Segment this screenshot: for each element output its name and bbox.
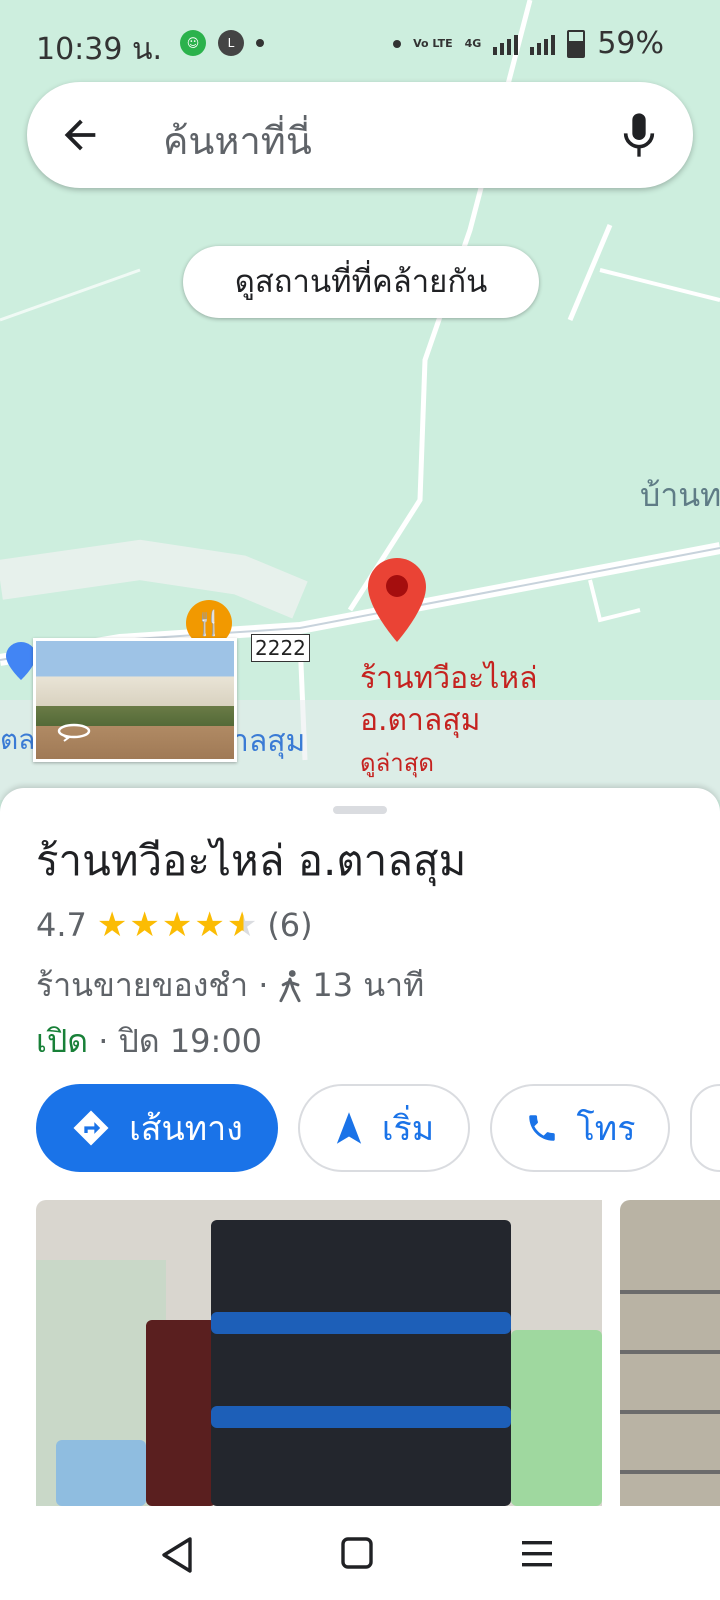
system-nav-bar — [0, 1510, 720, 1600]
system-status-icons: Vo LTE 4G 59% — [393, 26, 664, 61]
route-shield: 2222 — [251, 634, 310, 662]
place-category: ร้านขายของชำ · — [36, 966, 269, 1004]
photo-green-bottles — [511, 1330, 602, 1506]
status-bar: 10:39 น. ☺ L Vo LTE 4G 59% — [0, 0, 720, 92]
start-label: เริ่ม — [381, 1109, 435, 1149]
photo-cola-bottles — [146, 1320, 216, 1506]
place-photo[interactable] — [36, 1200, 602, 1506]
hours-row[interactable]: เปิด · ปิด 19:00 — [36, 1016, 262, 1067]
nav-back-icon[interactable] — [160, 1536, 194, 1574]
signal-strength-icon — [493, 33, 519, 55]
directions-button[interactable]: เส้นทาง — [36, 1084, 278, 1172]
call-button[interactable]: โทร — [490, 1084, 670, 1172]
signal-strength-2-icon — [530, 33, 556, 55]
android-app-icon: ☺ — [180, 30, 206, 56]
phone-icon — [528, 1115, 555, 1141]
open-status: เปิด — [36, 1022, 89, 1060]
rotate-360-icon — [57, 723, 91, 742]
map-label-district: าลสุม — [232, 724, 306, 759]
star-icon: ★ — [129, 905, 160, 945]
pin-label[interactable]: ร้านทวีอะไหล่ อ.ตาลสุม ดูล่าสุด — [360, 658, 537, 784]
category-row: ร้านขายของชำ · 13 นาที — [36, 960, 424, 1011]
arrow-left-icon[interactable] — [57, 112, 103, 158]
rating-row[interactable]: 4.7 ★ ★ ★ ★ ★ (6) — [36, 906, 313, 944]
rating-stars: ★ ★ ★ ★ ★ — [97, 908, 257, 942]
closing-time: · ปิด 19:00 — [98, 1022, 263, 1060]
notification-icons: ☺ L — [180, 30, 264, 56]
photo-pepsi-label-band — [211, 1312, 511, 1334]
place-bottom-sheet[interactable]: ร้านทวีอะไหล่ อ.ตาลสุม 4.7 ★ ★ ★ ★ ★ (6)… — [0, 788, 720, 1510]
street-view-thumbnail[interactable] — [33, 638, 237, 762]
volte-label: Vo LTE — [413, 37, 453, 50]
line-app-icon: L — [218, 30, 244, 56]
action-buttons: เส้นทาง เริ่ม โทร — [36, 1084, 720, 1172]
half-star-icon: ★ — [226, 905, 258, 945]
nav-recents-icon[interactable] — [520, 1538, 554, 1570]
status-time: 10:39 น. — [36, 32, 163, 67]
rating-value: 4.7 — [36, 906, 87, 944]
battery-icon — [567, 29, 586, 58]
blue-poi-pin-icon[interactable] — [6, 642, 36, 680]
star-icon: ★ — [96, 905, 128, 945]
review-count: (6) — [267, 906, 313, 944]
walk-time: 13 นาที — [312, 966, 425, 1004]
map-label-village: บ้านท — [640, 476, 720, 514]
place-photo-2[interactable] — [620, 1200, 720, 1506]
walking-person-icon — [279, 969, 301, 1002]
photo-shelf — [620, 1350, 720, 1354]
directions-icon — [73, 1110, 109, 1146]
photo-shelf — [620, 1410, 720, 1414]
map-view[interactable]: 10:39 น. ☺ L Vo LTE 4G 59% ค้นหาที่นี่ ด… — [0, 0, 720, 800]
start-button[interactable]: เริ่ม — [298, 1084, 470, 1172]
search-input[interactable]: ค้นหาที่นี่ — [163, 110, 312, 171]
navigation-arrow-icon — [336, 1112, 361, 1144]
star-icon: ★ — [161, 905, 193, 945]
location-pin-icon[interactable] — [368, 558, 426, 642]
battery-percent: 59% — [597, 26, 664, 61]
more-actions-button[interactable] — [690, 1084, 720, 1172]
similar-places-chip[interactable]: ดูสถานที่ที่คล้ายกัน — [183, 246, 539, 318]
more-notifications-dot-icon — [256, 39, 264, 47]
drag-handle[interactable] — [333, 806, 387, 814]
call-label: โทร — [576, 1109, 636, 1149]
pin-label-line1: ร้านทวีอะไหล่ — [360, 661, 538, 696]
pin-label-recent: ดูล่าสุด — [360, 749, 435, 777]
photo-pepsi-label-band — [211, 1406, 511, 1428]
network-type-label: 4G — [464, 37, 482, 50]
photo-water-bottles — [56, 1440, 146, 1506]
photo-shelf — [620, 1290, 720, 1294]
place-title: ร้านทวีอะไหล่ อ.ตาลสุม — [36, 836, 467, 885]
photo-shelf — [620, 1470, 720, 1474]
map-label-left: ตล — [0, 723, 36, 756]
photo-carousel[interactable] — [36, 1200, 720, 1506]
pin-label-line2: อ.ตาลสุม — [360, 703, 481, 738]
dot-icon — [393, 39, 402, 48]
photo-pepsi-bottles — [211, 1220, 511, 1506]
microphone-icon[interactable] — [619, 110, 659, 160]
directions-label: เส้นทาง — [129, 1109, 243, 1149]
star-icon: ★ — [194, 905, 225, 945]
search-bar[interactable]: ค้นหาที่นี่ — [27, 82, 693, 188]
nav-home-icon[interactable] — [340, 1536, 374, 1570]
